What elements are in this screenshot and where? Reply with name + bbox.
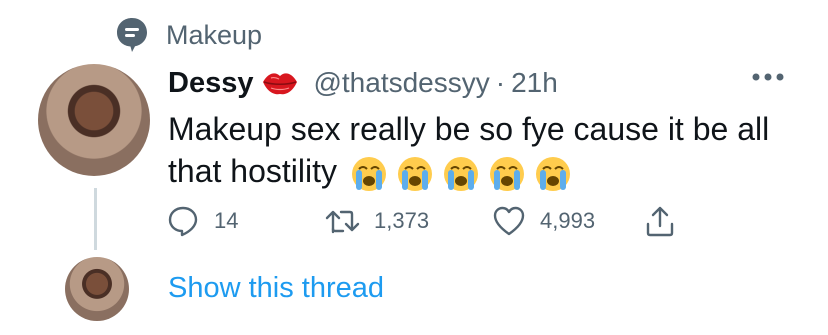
loudly-crying-face-icon [489,156,524,191]
reply-icon [168,206,198,237]
loudly-crying-face-icon [351,156,386,191]
display-name[interactable]: Dessy [168,67,253,100]
separator-dot: · [495,67,506,98]
thread-line [94,188,97,250]
topic-icon [110,13,154,57]
like-count: 4,993 [540,208,596,233]
like-button[interactable]: 4,993 [492,205,640,237]
avatar[interactable] [38,64,150,176]
show-thread-link[interactable]: Show this thread [168,272,384,305]
lips-icon [261,70,299,96]
topic-label[interactable]: Makeup [166,20,262,51]
heart-icon [493,206,525,236]
more-icon[interactable] [750,62,786,92]
reply-button[interactable]: 14 [166,204,276,238]
share-icon [646,206,674,237]
retweet-count: 1,373 [374,208,430,233]
loudly-crying-face-icon [443,156,478,191]
share-button[interactable] [644,204,676,238]
topic-row[interactable]: Makeup [110,14,262,56]
tweet-header: Dessy @thatsdessyy · 21h [168,60,558,106]
loudly-crying-face-icon [397,156,432,191]
loudly-crying-face-icon [535,156,570,191]
action-bar: 14 1,373 4,993 [166,203,676,239]
timestamp[interactable]: 21h [511,67,558,99]
handle[interactable]: @thatsdessyy [313,67,489,99]
reply-count: 14 [214,208,239,233]
retweet-button[interactable]: 1,373 [324,204,484,238]
avatar-thread[interactable] [65,257,129,321]
retweet-icon [325,210,360,234]
emoji-row [351,156,571,192]
tweet-text: Makeup sex really be so fye cause it be … [168,108,808,192]
